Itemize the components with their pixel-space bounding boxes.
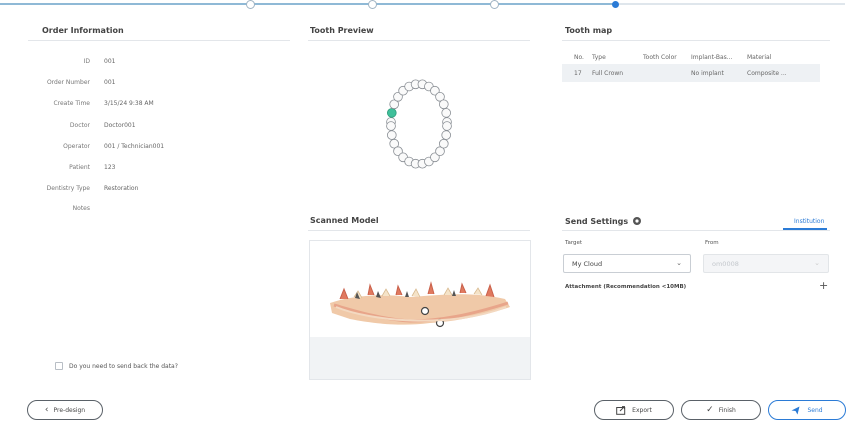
finish-button[interactable]: ✓ Finish — [681, 400, 761, 420]
scanned-model-viewer[interactable] — [309, 240, 531, 380]
tooth[interactable] — [441, 108, 451, 118]
from-label: From — [705, 240, 719, 246]
info-label: Dentistry Type — [46, 185, 90, 192]
col-material: Material — [747, 53, 772, 61]
check-icon: ✓ — [706, 404, 714, 415]
send-settings-divider — [562, 230, 830, 231]
target-select[interactable]: My Cloud ⌄ — [563, 254, 691, 273]
send-button[interactable]: Send — [768, 400, 846, 420]
tooth-map-header: No. Type Tooth Color Implant-Bas... Mate… — [562, 50, 820, 64]
progress-stepper — [0, 0, 848, 12]
tooth[interactable] — [441, 130, 451, 140]
info-label: Operator — [63, 143, 90, 150]
tooth[interactable] — [386, 121, 396, 131]
send-icon — [791, 406, 800, 414]
info-value: 3/15/24 9:38 AM — [104, 100, 154, 107]
export-button[interactable]: Export — [594, 400, 674, 420]
step-4-current[interactable] — [612, 1, 619, 8]
tooth-preview-divider — [308, 40, 530, 41]
col-tooth-color: Tooth Color — [643, 53, 677, 61]
tooth-map-title: Tooth map — [565, 26, 613, 35]
step-1[interactable] — [246, 0, 255, 9]
cell-implant: No implant — [691, 69, 724, 77]
scanned-model-title: Scanned Model — [310, 216, 379, 225]
chevron-left-icon: ‹ — [44, 404, 49, 415]
info-row: Patient 123 — [0, 164, 260, 176]
tooth-chart-svg[interactable] — [379, 44, 459, 204]
info-row: Create Time 3/15/24 9:38 AM — [0, 100, 260, 112]
send-back-label: Do you need to send back the data? — [69, 362, 178, 370]
info-label: ID — [83, 58, 90, 65]
info-label: Order Number — [46, 79, 90, 86]
gear-icon[interactable] — [632, 216, 642, 226]
tooth-map-table: No. Type Tooth Color Implant-Bas... Mate… — [562, 50, 820, 82]
info-label: Doctor — [69, 122, 90, 129]
info-row: Dentistry Type Restoration — [0, 185, 260, 197]
pre-design-button[interactable]: ‹ Pre-design — [27, 400, 103, 420]
export-icon — [616, 405, 626, 415]
info-row: ID 001 — [0, 58, 260, 70]
tooth-preview-title: Tooth Preview — [310, 26, 374, 35]
info-row: Operator 001 / Technician001 — [0, 143, 260, 155]
info-label: Patient — [69, 164, 90, 171]
info-value: 123 — [104, 164, 116, 171]
tooth-chart[interactable] — [379, 44, 459, 204]
info-label: Notes — [72, 205, 90, 212]
col-no: No. — [574, 53, 584, 61]
info-row: Notes — [0, 205, 260, 217]
attachment-label: Attachment (Recommendation <10MB) — [565, 284, 687, 290]
col-implant-base: Implant-Bas... — [691, 53, 733, 61]
info-value: Restoration — [104, 185, 139, 192]
step-3[interactable] — [490, 0, 499, 9]
info-value: 001 / Technician001 — [104, 143, 165, 150]
from-value: om0008 — [712, 259, 739, 268]
scanned-model-divider — [308, 230, 530, 231]
tooth[interactable] — [442, 121, 452, 131]
order-info-title: Order Information — [42, 26, 124, 35]
tooth[interactable] — [439, 138, 449, 149]
target-label: Target — [565, 240, 583, 246]
info-row: Doctor Doctor001 — [0, 122, 260, 134]
plus-icon[interactable]: + — [819, 279, 828, 292]
from-select: om0008 ⌄ — [703, 254, 829, 273]
info-value: 001 — [104, 58, 116, 65]
cell-type: Full Crown — [592, 69, 624, 77]
target-value: My Cloud — [572, 259, 603, 268]
info-row: Order Number 001 — [0, 79, 260, 91]
info-value: 001 — [104, 79, 116, 86]
chevron-down-icon: ⌄ — [814, 259, 820, 267]
send-back-option[interactable]: Do you need to send back the data? — [55, 362, 178, 370]
send-settings-title: Send Settings — [565, 216, 642, 226]
info-value: Doctor001 — [104, 122, 136, 129]
tab-institution[interactable]: Institution — [794, 218, 824, 225]
send-back-checkbox[interactable] — [55, 362, 63, 370]
cell-no: 17 — [574, 69, 582, 77]
tooth[interactable] — [439, 99, 449, 110]
send-settings-label: Send Settings — [565, 216, 629, 226]
dental-model-image — [330, 281, 510, 328]
tooth-selected[interactable] — [386, 108, 397, 118]
info-label: Create Time — [53, 100, 90, 107]
chevron-down-icon: ⌄ — [676, 259, 682, 267]
order-info-divider — [28, 40, 290, 41]
tooth-map-divider — [562, 40, 830, 41]
col-type: Type — [592, 53, 606, 61]
tooth[interactable] — [386, 130, 397, 140]
step-2[interactable] — [368, 0, 377, 9]
cell-material: Composite ... — [747, 69, 787, 77]
table-row[interactable]: 17 Full Crown No implant Composite ... — [562, 64, 820, 82]
